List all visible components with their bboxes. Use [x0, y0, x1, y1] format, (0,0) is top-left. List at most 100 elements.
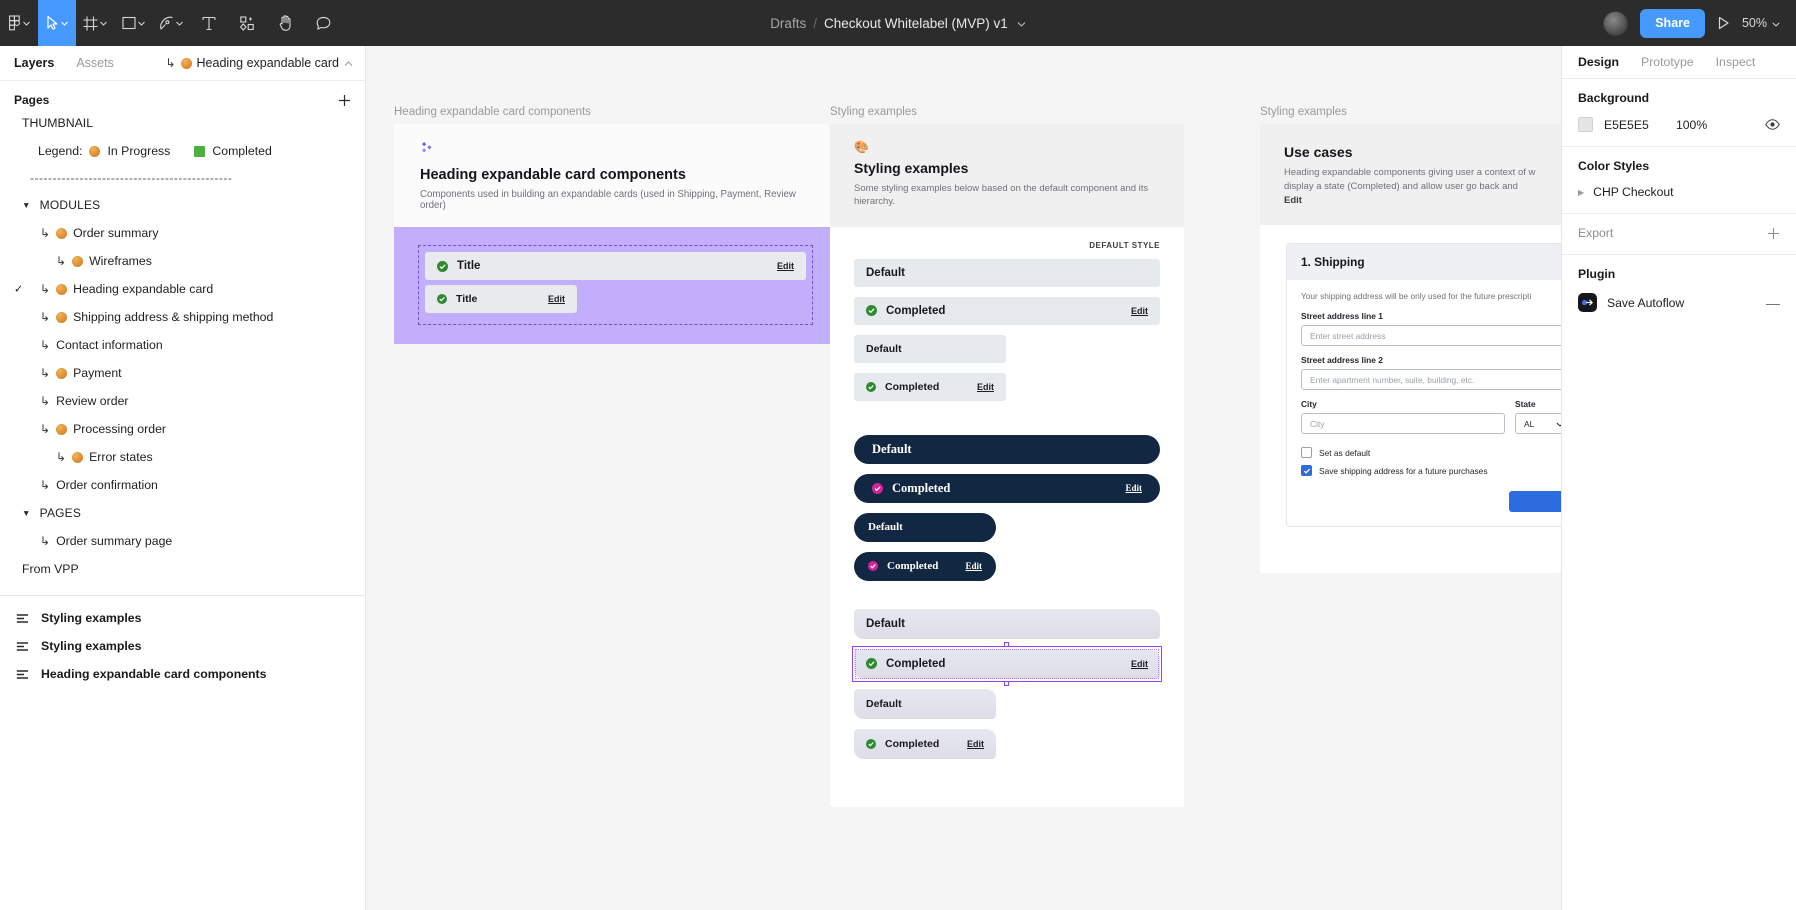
card-edit-link[interactable]: Edit — [965, 561, 982, 571]
frame-styling-examples[interactable]: 🎨 Styling examples Some styling examples… — [830, 124, 1184, 807]
file-name[interactable]: Checkout Whitelabel (MVP) v1 — [824, 16, 1008, 31]
frame-use-cases[interactable]: Use cases Heading expandable components … — [1260, 124, 1561, 573]
tree-group-modules[interactable]: ▼ MODULES — [0, 191, 365, 219]
present-play-icon[interactable] — [1717, 16, 1730, 30]
tree-item-contact-information[interactable]: ↳ Contact information — [0, 331, 365, 359]
tab-assets[interactable]: Assets — [76, 56, 114, 70]
resize-handle-bottom[interactable] — [1004, 681, 1009, 686]
remove-plugin-button[interactable]: — — [1766, 295, 1780, 311]
chevron-up-icon[interactable] — [344, 56, 353, 70]
layer-label: Styling examples — [41, 639, 141, 653]
street-line1-input[interactable]: Enter street address — [1301, 325, 1561, 346]
card-completed-gradient-short[interactable]: Completed Edit — [854, 729, 996, 759]
zoom-level-control[interactable]: 50% — [1742, 16, 1780, 30]
tree-label: Order summary page — [56, 534, 172, 548]
tree-group-pages[interactable]: ▼ PAGES — [0, 499, 365, 527]
frame-label-styling-examples[interactable]: Styling examples — [830, 106, 917, 118]
card-default-light-short[interactable]: Default — [854, 335, 1006, 363]
components-tool[interactable] — [228, 0, 266, 46]
text-tool[interactable] — [190, 0, 228, 46]
layer-item-styling-examples-1[interactable]: Styling examples — [0, 604, 365, 632]
card-default-gradient-full[interactable]: Default — [854, 609, 1160, 639]
chevron-down-icon — [100, 21, 107, 26]
card-edit-link[interactable]: Edit — [1131, 659, 1148, 669]
set-as-default-checkbox[interactable] — [1301, 447, 1312, 458]
avatar[interactable] — [1603, 11, 1628, 36]
tree-item-review-order[interactable]: ↳ Review order — [0, 387, 365, 415]
status-dot-in-progress-icon — [72, 256, 83, 267]
frame-tool[interactable] — [76, 0, 114, 46]
state-select[interactable]: AL — [1515, 413, 1561, 434]
tab-design[interactable]: Design — [1578, 55, 1619, 69]
tree-item-shipping-address[interactable]: ↳ Shipping address & shipping method — [0, 303, 365, 331]
pen-tool[interactable] — [152, 0, 190, 46]
tab-prototype[interactable]: Prototype — [1641, 55, 1694, 69]
tree-item-wireframes[interactable]: ↳ Wireframes — [0, 247, 365, 275]
card-completed-gradient-full-selected[interactable]: Completed Edit — [854, 649, 1160, 679]
shape-tool[interactable] — [114, 0, 152, 46]
layer-item-styling-examples-2[interactable]: Styling examples — [0, 632, 365, 660]
card-completed-light-full[interactable]: Completed Edit — [854, 297, 1160, 325]
resize-handle-top[interactable] — [1004, 642, 1009, 647]
canvas[interactable]: Heading expandable card components Headi… — [366, 46, 1561, 910]
card-completed-light-short[interactable]: Completed Edit — [854, 373, 1006, 401]
tree-item-heading-expandable-card[interactable]: ✓ ↳ Heading expandable card — [0, 275, 365, 303]
layers-sidebar: Layers Assets ↳ Heading expandable card … — [0, 46, 366, 910]
save-address-row[interactable]: Save shipping address for a future purch… — [1301, 465, 1561, 476]
chevron-down-icon — [23, 21, 30, 26]
color-style-item-chp-checkout[interactable]: ▶ CHP Checkout — [1578, 185, 1780, 199]
card-edit-link[interactable]: Edit — [1131, 306, 1148, 316]
tab-layers[interactable]: Layers — [14, 56, 54, 70]
card-default-light-full[interactable]: Default — [854, 259, 1160, 287]
plugin-item-save-autoflow[interactable]: Save Autoflow — — [1578, 293, 1780, 312]
sidebar-breadcrumb[interactable]: ↳ Heading expandable card — [165, 56, 353, 70]
figma-logo-icon[interactable] — [0, 0, 38, 46]
continue-button[interactable] — [1509, 491, 1561, 512]
street-line2-input[interactable]: Enter apartment number, suite, building,… — [1301, 369, 1561, 390]
tree-item-processing-order[interactable]: ↳ Processing order — [0, 415, 365, 443]
card-title-narrow[interactable]: Title Edit — [425, 285, 577, 313]
tree-item-payment[interactable]: ↳ Payment — [0, 359, 365, 387]
breadcrumb-drafts[interactable]: Drafts — [770, 16, 806, 31]
card-edit-link[interactable]: Edit — [977, 382, 994, 392]
card-edit-link[interactable]: Edit — [967, 739, 984, 749]
save-address-checkbox[interactable] — [1301, 465, 1312, 476]
card-default-dark-full[interactable]: Default — [854, 435, 1160, 464]
hand-tool[interactable] — [266, 0, 304, 46]
set-as-default-row[interactable]: Set as default — [1301, 447, 1561, 458]
layer-item-heading-expandable-card-components[interactable]: Heading expandable card components — [0, 660, 365, 688]
frame-heading-expandable-card-components[interactable]: Heading expandable card components Compo… — [394, 124, 837, 322]
visibility-eye-icon[interactable] — [1765, 119, 1780, 130]
share-button[interactable]: Share — [1640, 9, 1705, 38]
tree-item-order-summary[interactable]: ↳ Order summary — [0, 219, 365, 247]
frame-label-heading-expandable-card-components[interactable]: Heading expandable card components — [394, 106, 591, 118]
card-default-dark-short[interactable]: Default — [854, 513, 996, 542]
tab-inspect[interactable]: Inspect — [1716, 55, 1756, 69]
background-hex-value[interactable]: E5E5E5 — [1604, 118, 1676, 132]
tree-item-thumbnail[interactable]: THUMBNAIL — [0, 109, 365, 137]
frame-label-use-cases[interactable]: Styling examples — [1260, 106, 1347, 118]
card-title-full[interactable]: Title Edit — [425, 252, 806, 280]
card-completed-dark-full[interactable]: Completed Edit — [854, 474, 1160, 503]
card-edit-link[interactable]: Edit — [548, 294, 565, 304]
tree-item-error-states[interactable]: ↳ Error states — [0, 443, 365, 471]
tree-item-from-vpp[interactable]: From VPP — [0, 555, 365, 583]
shipping-card[interactable]: 1. Shipping Your shipping address will b… — [1286, 243, 1561, 527]
city-input[interactable]: City — [1301, 413, 1505, 434]
chevron-down-icon[interactable] — [1017, 14, 1026, 32]
submit-button-row — [1301, 483, 1561, 512]
card-default-gradient-short[interactable]: Default — [854, 689, 996, 719]
card-completed-dark-short[interactable]: Completed Edit — [854, 552, 996, 581]
background-opacity-value[interactable]: 100% — [1676, 118, 1765, 132]
add-export-button[interactable] — [1767, 227, 1780, 240]
tree-item-order-summary-page[interactable]: ↳ Order summary page — [0, 527, 365, 555]
background-color-swatch[interactable] — [1578, 117, 1593, 132]
card-edit-link[interactable]: Edit — [777, 261, 794, 271]
comment-tool[interactable] — [304, 0, 342, 46]
check-circle-green-icon — [866, 305, 877, 316]
chevron-down-icon — [176, 21, 183, 26]
tree-item-order-confirmation[interactable]: ↳ Order confirmation — [0, 471, 365, 499]
card-edit-link[interactable]: Edit — [1125, 483, 1142, 493]
add-page-button[interactable] — [338, 94, 351, 107]
move-tool[interactable] — [38, 0, 76, 46]
